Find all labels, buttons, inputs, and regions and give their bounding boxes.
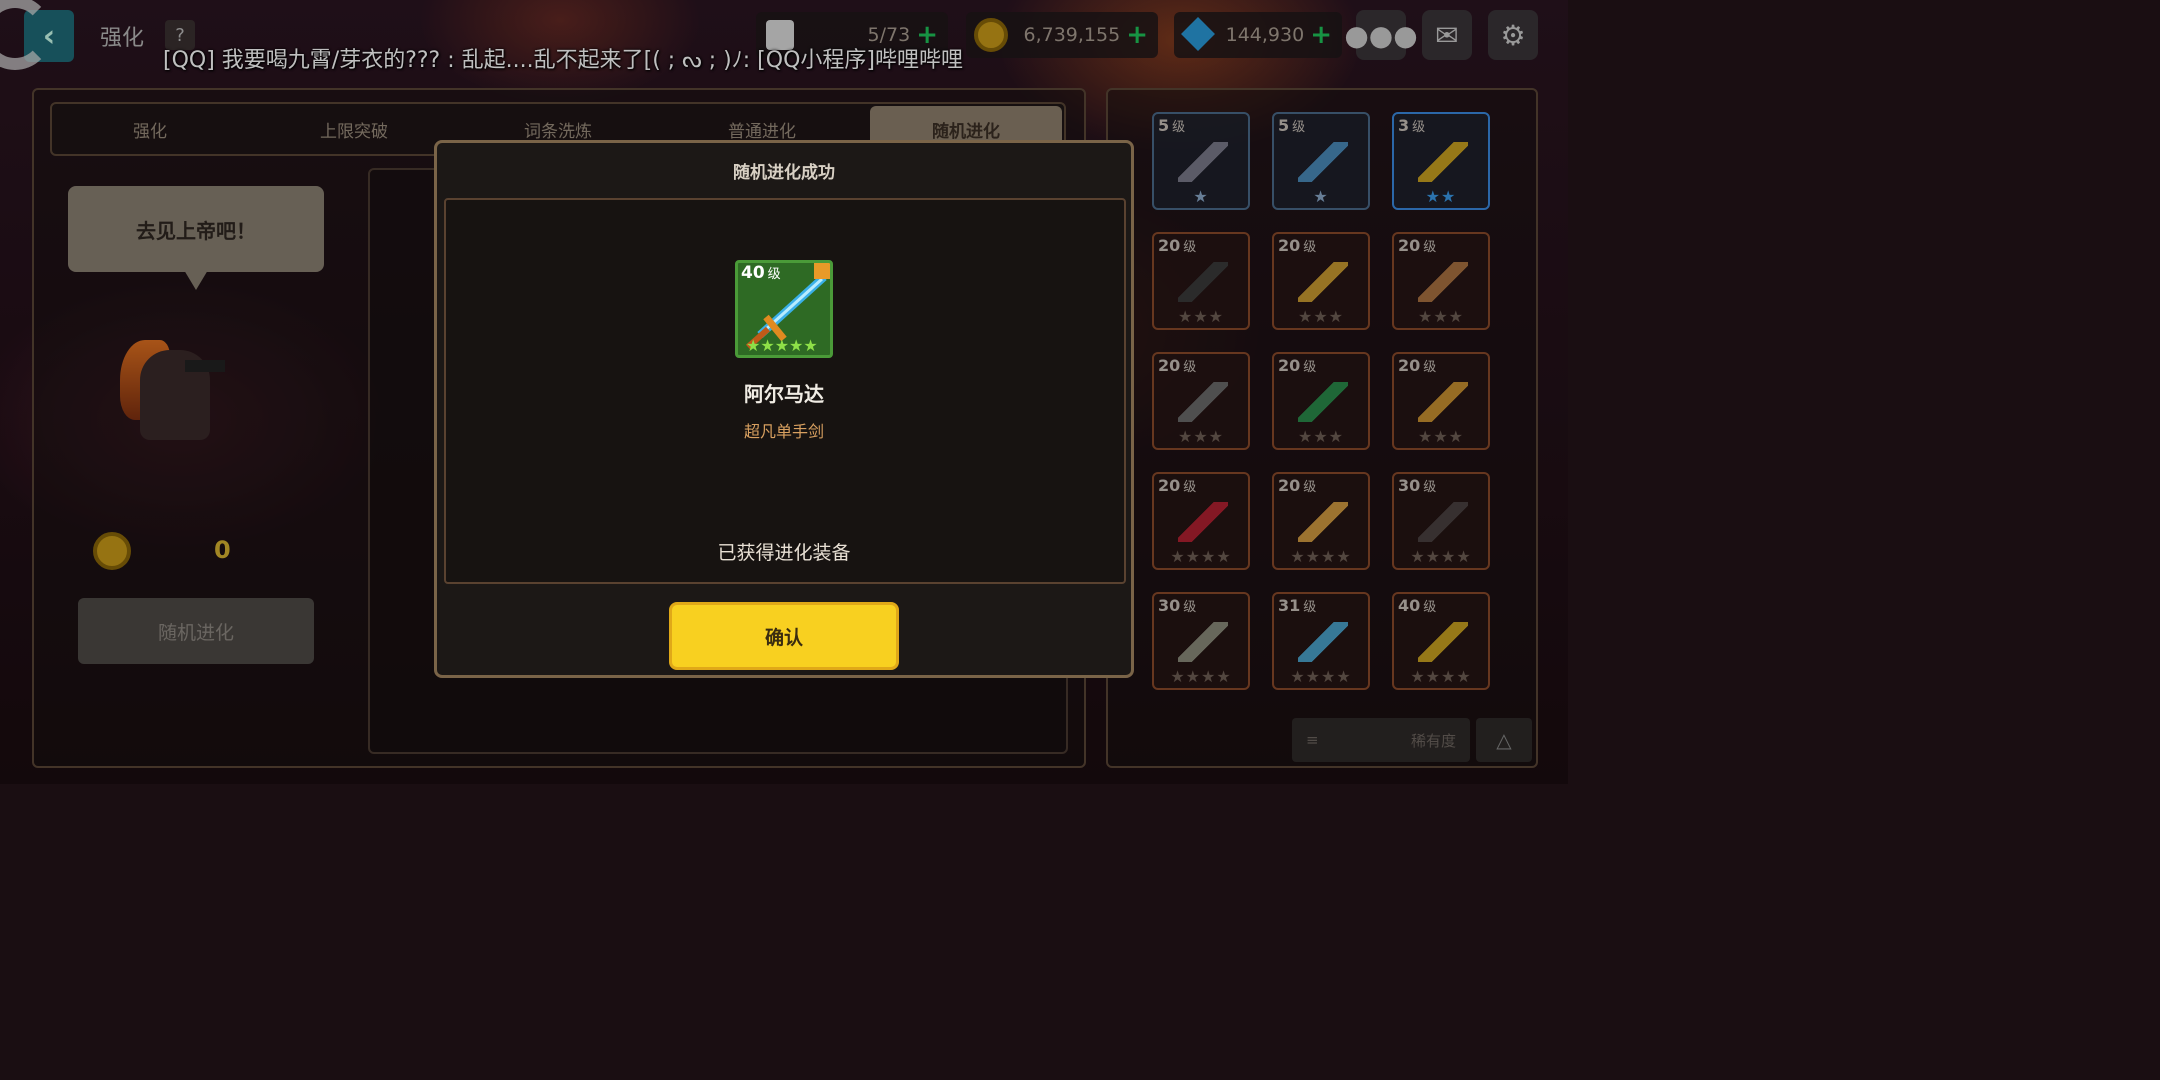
confirm-button[interactable]: 确认 <box>669 602 899 670</box>
item-stars: ★★★★★ <box>746 336 818 355</box>
item-type: 超凡单手剑 <box>743 422 824 441</box>
modal-title: 随机进化成功 <box>733 163 835 183</box>
item-name: 阿尔马达 <box>744 382 824 406</box>
item-icon[interactable]: 40 级 ★★★★★ <box>735 260 833 358</box>
item-level: 40 级 <box>741 263 781 283</box>
obtained-message: 已获得进化装备 <box>717 542 851 564</box>
item-badge-icon <box>814 263 830 279</box>
